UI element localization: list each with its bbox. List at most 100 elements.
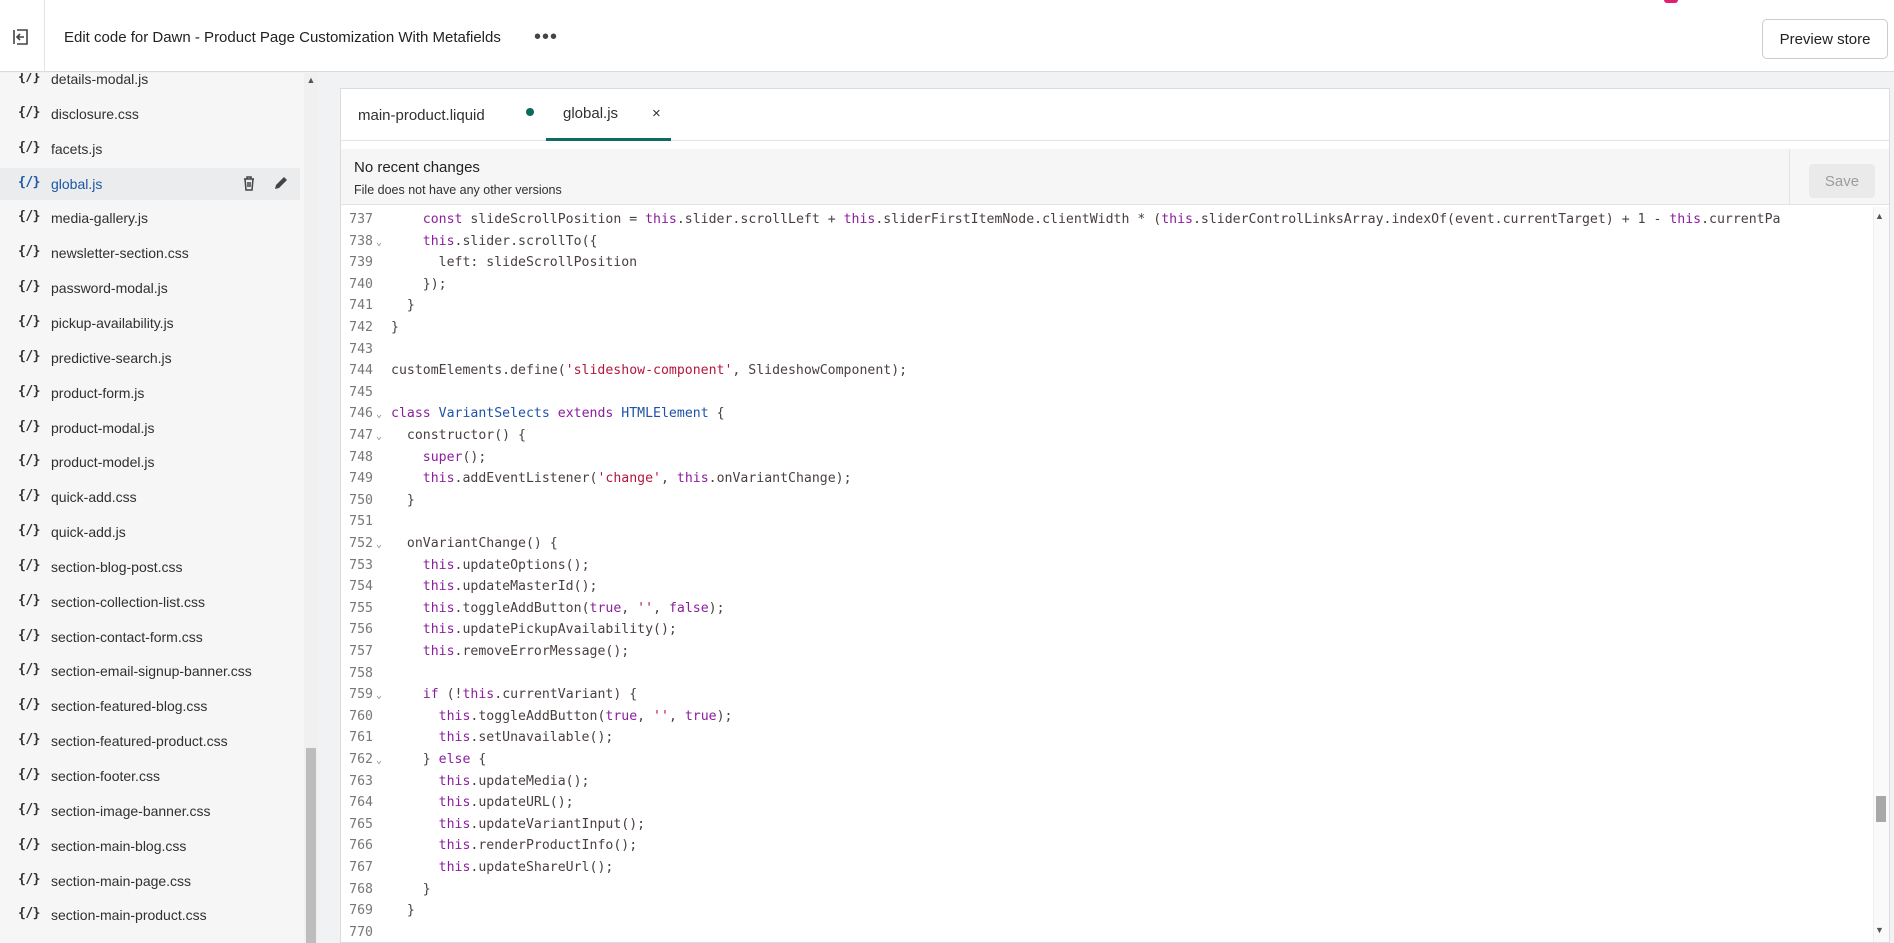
tab-main-product-liquid[interactable]: main-product.liquid	[358, 89, 485, 141]
top-bar: Edit code for Dawn - Product Page Custom…	[0, 0, 1894, 72]
code-line: 756 this.updatePickupAvailability();	[341, 619, 1873, 641]
file-item[interactable]: {/} section-main-blog.css	[0, 830, 300, 862]
file-item[interactable]: {/} newsletter-section.css	[0, 237, 300, 269]
changes-heading: No recent changes	[354, 159, 480, 176]
code-line: 749 this.addEventListener('change', this…	[341, 468, 1873, 490]
file-actions	[240, 174, 290, 197]
scroll-down-icon[interactable]: ▼	[1875, 925, 1884, 935]
page-title: Edit code for Dawn - Product Page Custom…	[64, 29, 501, 46]
line-number: 738	[349, 233, 373, 249]
fold-chevron-icon[interactable]: ⌄	[376, 404, 382, 426]
code-text: } else {	[391, 752, 487, 767]
file-name: global.js	[51, 175, 103, 192]
file-item[interactable]: {/} predictive-search.js	[0, 342, 300, 374]
file-item[interactable]: {/} quick-add.js	[0, 516, 300, 548]
fold-chevron-icon[interactable]: ⌄	[376, 426, 382, 448]
changes-subtext: File does not have any other versions	[354, 183, 562, 197]
preview-store-button[interactable]: Preview store	[1762, 19, 1888, 59]
file-name: newsletter-section.css	[51, 245, 189, 262]
editor-scrollbar[interactable]	[1873, 207, 1889, 942]
file-item[interactable]: {/} quick-add.css	[0, 481, 300, 513]
fold-chevron-icon[interactable]: ⌄	[376, 685, 382, 707]
line-number: 739	[349, 255, 373, 271]
code-text: left: slideScrollPosition	[391, 255, 638, 271]
code-text: }	[391, 320, 399, 335]
code-file-icon: {/}	[18, 871, 40, 887]
file-item[interactable]: {/} section-contact-form.css	[0, 621, 300, 653]
code-line: 752 ⌄ onVariantChange() {	[341, 533, 1873, 555]
line-number: 770	[349, 924, 373, 940]
code-text: }	[391, 298, 415, 314]
file-item[interactable]: {/} product-modal.js	[0, 412, 300, 444]
code-line: 745	[341, 382, 1873, 404]
file-item[interactable]: {/} product-form.js	[0, 377, 300, 409]
code-file-icon: {/}	[18, 279, 40, 295]
tab-label: global.js	[563, 105, 619, 122]
close-tab-icon[interactable]: ×	[652, 105, 661, 122]
file-item[interactable]: {/} global.js	[0, 167, 300, 200]
file-item[interactable]: {/} section-blog-post.css	[0, 551, 300, 583]
tab-global-js[interactable]: global.js ×	[546, 89, 671, 141]
code-file-icon: {/}	[18, 209, 40, 225]
file-item[interactable]: {/} details-modal.js	[0, 73, 300, 95]
code-line: 740 });	[341, 274, 1873, 296]
file-item[interactable]: {/} section-email-signup-banner.css	[0, 655, 300, 687]
file-item[interactable]: {/} section-footer.css	[0, 760, 300, 792]
unsaved-dot-icon	[526, 108, 534, 116]
fold-chevron-icon[interactable]: ⌄	[376, 232, 382, 254]
sidebar-scroll-thumb[interactable]	[306, 748, 316, 943]
code-text: constructor() {	[391, 428, 526, 443]
line-number: 765	[349, 816, 373, 832]
code-line: 762 ⌄ } else {	[341, 749, 1873, 771]
code-line: 768 }	[341, 879, 1873, 901]
code-file-icon: {/}	[18, 139, 40, 155]
file-item[interactable]: {/} product-model.js	[0, 446, 300, 478]
file-name: section-main-product.css	[51, 907, 207, 924]
save-button[interactable]: Save	[1809, 164, 1875, 198]
fold-chevron-icon[interactable]: ⌄	[376, 534, 382, 556]
code-line: 743	[341, 339, 1873, 361]
edit-icon[interactable]	[272, 174, 290, 197]
file-item[interactable]: {/} section-featured-blog.css	[0, 690, 300, 722]
code-text: this.slider.scrollTo({	[422, 233, 598, 249]
editor-scroll-thumb[interactable]	[1876, 796, 1886, 822]
scroll-up-icon[interactable]: ▲	[1875, 211, 1884, 221]
file-item[interactable]: {/} disclosure.css	[0, 98, 300, 130]
code-line: 770	[341, 922, 1873, 942]
file-item[interactable]: {/} section-main-product.css	[0, 899, 300, 931]
file-name: password-modal.js	[51, 280, 168, 297]
file-item[interactable]: {/} section-featured-product.css	[0, 725, 300, 757]
code-line: 746 ⌄ class VariantSelects extends HTMLEle…	[341, 403, 1873, 425]
code-line: 753 this.updateOptions();	[341, 555, 1873, 577]
code-text: super();	[422, 449, 487, 465]
file-name: section-blog-post.css	[51, 558, 183, 575]
file-item[interactable]: {/} pickup-availability.js	[0, 307, 300, 339]
file-item[interactable]: {/} section-collection-list.css	[0, 586, 300, 618]
delete-icon[interactable]	[240, 174, 258, 197]
code-text: this.updateShareUrl();	[438, 860, 614, 875]
code-file-icon: {/}	[18, 73, 40, 85]
line-number: 746	[349, 406, 373, 422]
line-number: 761	[349, 730, 373, 746]
file-name: section-contact-form.css	[51, 628, 203, 645]
file-item[interactable]: {/} media-gallery.js	[0, 202, 300, 234]
file-item[interactable]: {/} section-main-page.css	[0, 865, 300, 897]
more-actions-button[interactable]: •••	[532, 24, 560, 50]
file-item[interactable]: {/} section-image-banner.css	[0, 795, 300, 827]
code-text: class VariantSelects extends HTMLElement…	[391, 406, 725, 422]
code-text: this.addEventListener('change', this.onV…	[422, 471, 852, 487]
code-file-icon: {/}	[18, 801, 40, 817]
code-text: }	[391, 881, 431, 897]
file-item[interactable]: {/} password-modal.js	[0, 272, 300, 304]
scroll-up-icon[interactable]: ▲	[304, 73, 318, 87]
fold-chevron-icon[interactable]: ⌄	[376, 750, 382, 772]
code-line: 760 this.toggleAddButton(true, '', true)…	[341, 706, 1873, 728]
code-line: 747 ⌄ constructor() {	[341, 425, 1873, 447]
exit-icon[interactable]	[8, 24, 34, 50]
code-area[interactable]: 737 const slideScrollPosition = this.sli…	[341, 207, 1873, 942]
code-text: this.updateMasterId();	[422, 579, 598, 595]
line-number: 743	[349, 341, 373, 357]
file-item[interactable]: {/} facets.js	[0, 133, 300, 165]
code-file-icon: {/}	[18, 104, 40, 120]
line-number: 758	[349, 665, 373, 681]
